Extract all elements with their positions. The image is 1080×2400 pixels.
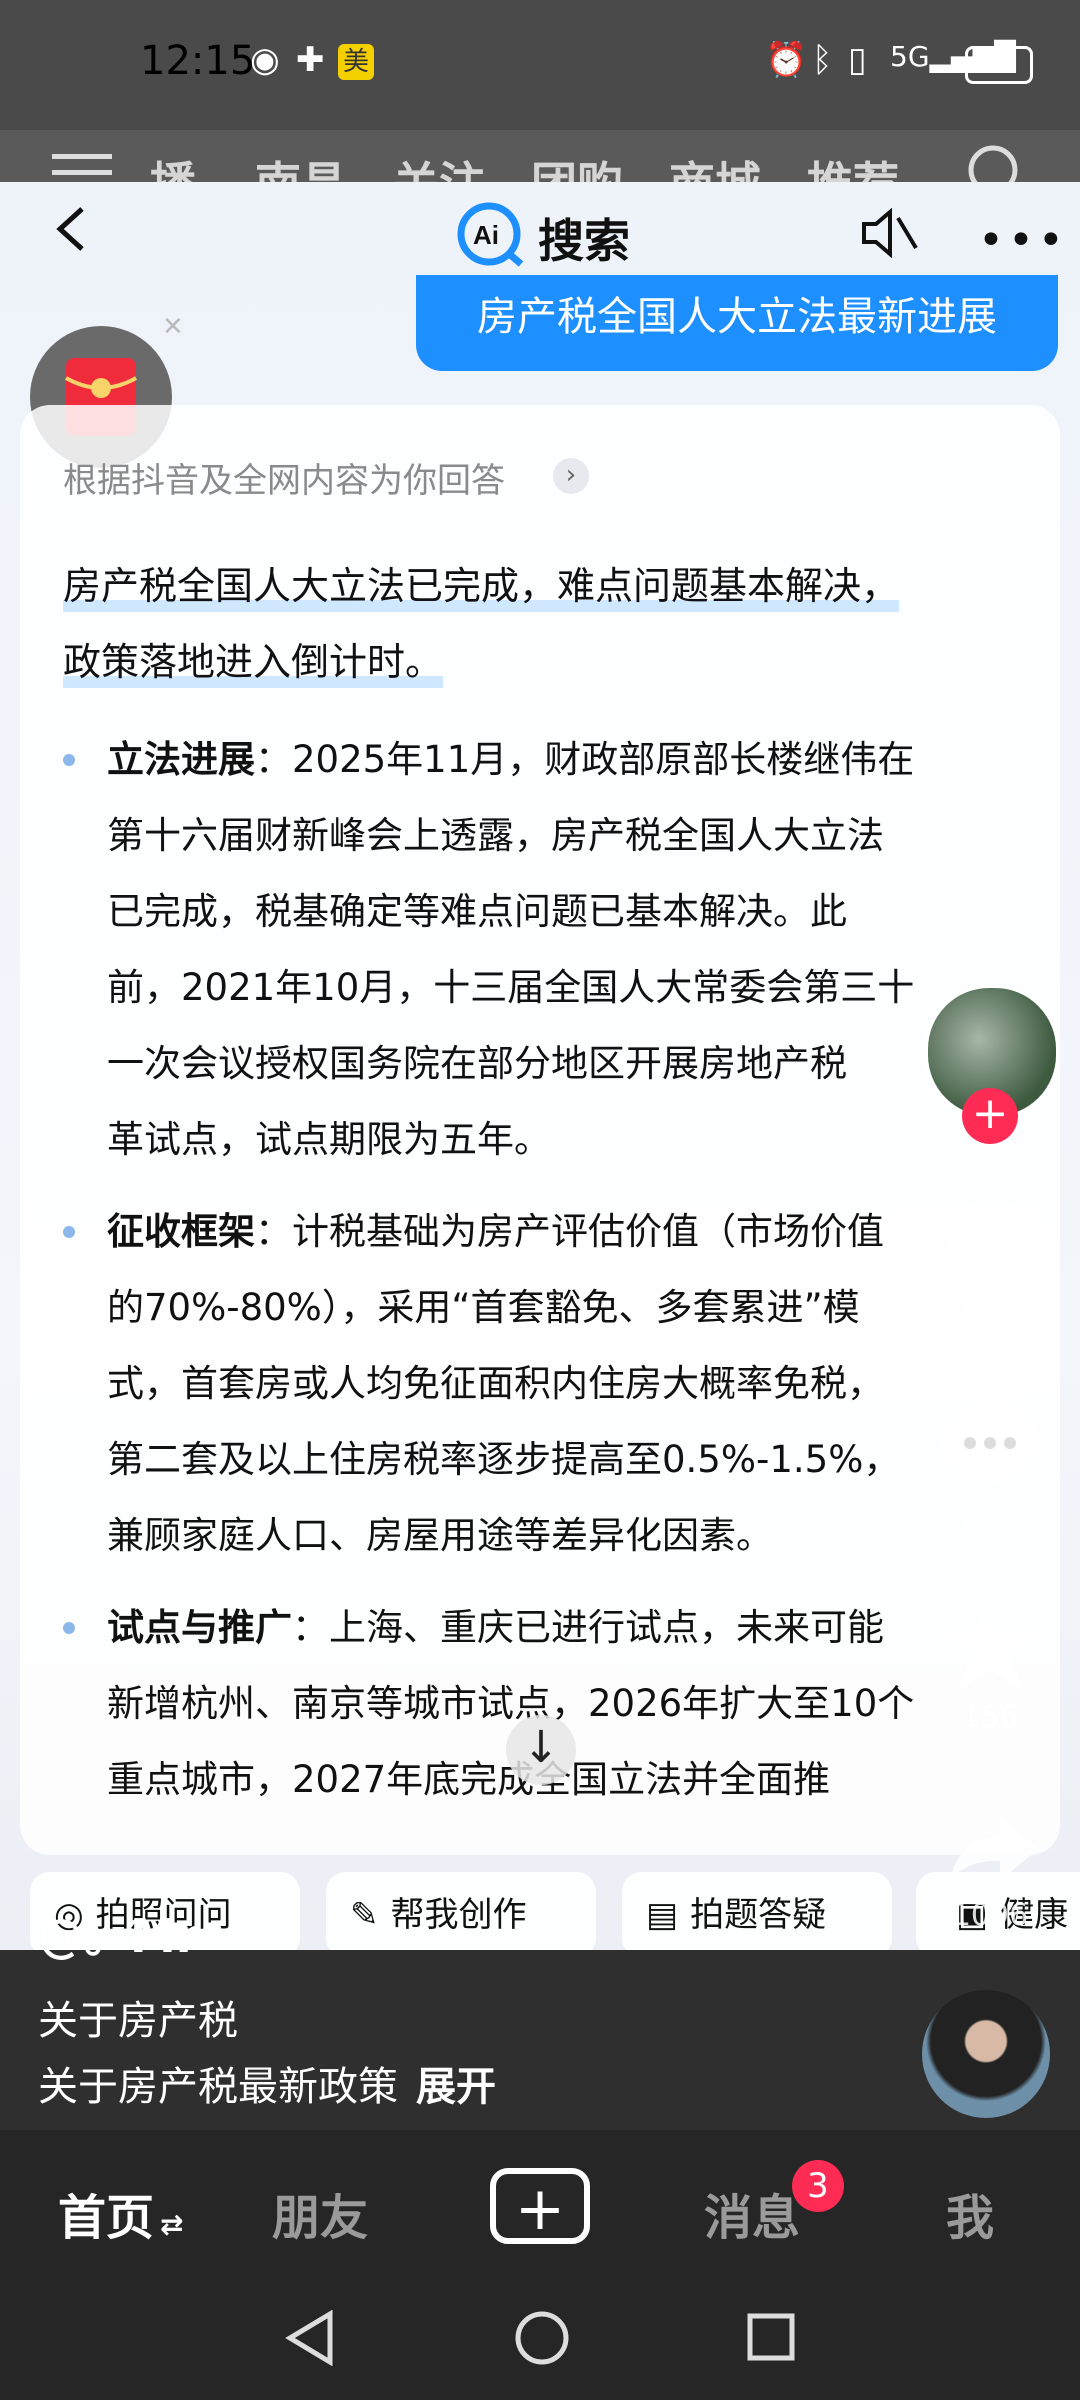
pen-icon: ✎ <box>350 1895 379 1935</box>
item-line: 立法进展：2025年11月，财政部原部长楼继伟在 <box>107 722 1027 798</box>
favorite-count: 156 <box>961 1700 1019 1735</box>
list-item: 试点与推广：上海、重庆已进行试点，未来可能 新增杭州、南京等城市试点，2026年… <box>107 1590 1027 1838</box>
item-line: 征收框架：计税基础为房产评估价值（市场价值 <box>107 1194 1027 1270</box>
item-text: ：2025年11月，财政部原部长楼继伟在 <box>255 738 915 781</box>
bluetooth-icon: ᛒ <box>812 40 833 80</box>
item-line: 试点与推广：上海、重庆已进行试点，未来可能 <box>107 1590 1027 1666</box>
bullet-dot <box>63 1226 75 1238</box>
comment-icon[interactable] <box>930 1395 1050 1499</box>
chevron-right-icon[interactable]: › <box>553 458 589 494</box>
item-line: 一次会议授权国务院在部分地区开展房地产税 <box>107 1042 847 1085</box>
item-title: 试点与推广 <box>107 1606 292 1649</box>
item-line: 的70%-80%），采用“首套豁免、多套累进”模 <box>107 1286 860 1329</box>
bullet-dot <box>63 754 75 766</box>
like-count: 511 <box>961 1300 1019 1335</box>
answer-lead-line2: 政策落地进入倒计时。 <box>63 640 444 688</box>
nav-home[interactable]: 首页 ⇄ <box>58 2178 183 2248</box>
item-line: 式，首套房或人均免征面积内住房大概率免税， <box>107 1362 884 1405</box>
meituan-icon: 美 <box>338 44 374 80</box>
nav-friends[interactable]: 朋友 <box>272 2178 368 2248</box>
item-line: 兼顾家庭人口、房屋用途等差异化因素。 <box>107 1514 773 1557</box>
messages-badge: 3 <box>792 2160 844 2212</box>
item-line: 前，2021年10月，十三届全国人大常委会第三十 <box>107 966 915 1009</box>
list-item: 立法进展：2025年11月，财政部原部长楼继伟在 第十六届财新峰会上透露，房产税… <box>107 722 1027 1178</box>
favorite-icon[interactable] <box>930 1595 1050 1699</box>
comment-count: 287 <box>961 1500 1019 1535</box>
nav-me[interactable]: 我 <box>946 2178 994 2248</box>
video-desc-text: 关于房产税最新政策 <box>38 2064 398 2110</box>
follow-plus-icon[interactable]: + <box>962 1088 1018 1144</box>
back-nav-icon[interactable] <box>284 2309 336 2370</box>
item-line: 第十六届财新峰会上透露，房产税全国人大立法 <box>107 814 884 857</box>
source-label[interactable]: 根据抖音及全网内容为你回答 <box>63 453 505 502</box>
add-button[interactable]: + <box>490 2168 590 2244</box>
video-desc-line2: 关于房产税最新政策 展开 <box>38 2054 496 2112</box>
close-icon[interactable]: ✕ <box>162 312 184 342</box>
svg-text:Ai: Ai <box>473 220 499 250</box>
mute-icon[interactable] <box>860 207 920 262</box>
alipay-icon: ✚ <box>296 40 325 80</box>
ai-logo-icon: Ai <box>455 200 527 268</box>
more-icon[interactable]: ••• <box>978 215 1068 266</box>
battery-icon: 69 <box>965 46 1033 84</box>
chip-solve[interactable]: ▤ 拍题答疑 <box>622 1872 892 1958</box>
share-icon[interactable] <box>930 1795 1050 1899</box>
item-text: ：上海、重庆已进行试点，未来可能 <box>292 1606 884 1649</box>
chip-label: 帮我创作 <box>390 1895 527 1935</box>
item-title: 征收框架 <box>107 1210 255 1253</box>
home-nav-icon[interactable] <box>514 2310 570 2370</box>
answer-lead: 房产税全国人大立法已完成，难点问题基本解决， <box>63 548 900 624</box>
chip-create[interactable]: ✎ 帮我创作 <box>326 1872 596 1958</box>
item-line: 已完成，税基确定等难点问题已基本解决。此 <box>107 890 847 933</box>
item-title: 立法进展 <box>107 738 255 781</box>
list-item: 征收框架：计税基础为房产评估价值（市场价值 的70%-80%），采用“首套豁免、… <box>107 1194 1027 1574</box>
nav-messages[interactable]: 消息 <box>704 2178 800 2248</box>
vibrate-icon: ▯ <box>848 40 867 80</box>
item-line: 第二套及以上住房税率逐步提高至0.5%-1.5%， <box>107 1438 901 1481</box>
nav-home-label: 首页 <box>58 2190 155 2246</box>
answer-lead-2: 政策落地进入倒计时。 <box>63 624 444 700</box>
bullet-dot <box>63 1622 75 1634</box>
alarm-icon: ⏰ <box>765 40 808 80</box>
back-icon[interactable] <box>52 205 92 253</box>
scroll-down-button[interactable]: ↓ <box>506 1715 576 1785</box>
video-desc-line1: 关于房产税 <box>38 1998 238 2044</box>
item-text: ：计税基础为房产评估价值（市场价值 <box>255 1210 884 1253</box>
query-bubble: 房产税全国人大立法最新进展 <box>416 275 1058 371</box>
chip-label: 拍题答疑 <box>690 1895 827 1935</box>
page-title: 搜索 <box>538 214 630 268</box>
like-icon[interactable] <box>930 1195 1050 1299</box>
wechat-icon: ◉ <box>250 40 280 80</box>
answer-lead-line1: 房产税全国人大立法已完成，难点问题基本解决， <box>63 564 900 612</box>
share-count: 1096 <box>951 1898 1029 1933</box>
status-time: 12:15 <box>140 38 256 84</box>
recents-nav-icon[interactable] <box>746 2312 796 2366</box>
author-name[interactable]: @。Mr <box>38 1900 198 1966</box>
music-disc-avatar[interactable] <box>922 1990 1050 2118</box>
switch-icon: ⇄ <box>160 2208 184 2241</box>
expand-link[interactable]: 展开 <box>416 2064 496 2110</box>
question-icon: ▤ <box>646 1895 679 1935</box>
item-line: 革试点，试点期限为五年。 <box>107 1118 551 1161</box>
